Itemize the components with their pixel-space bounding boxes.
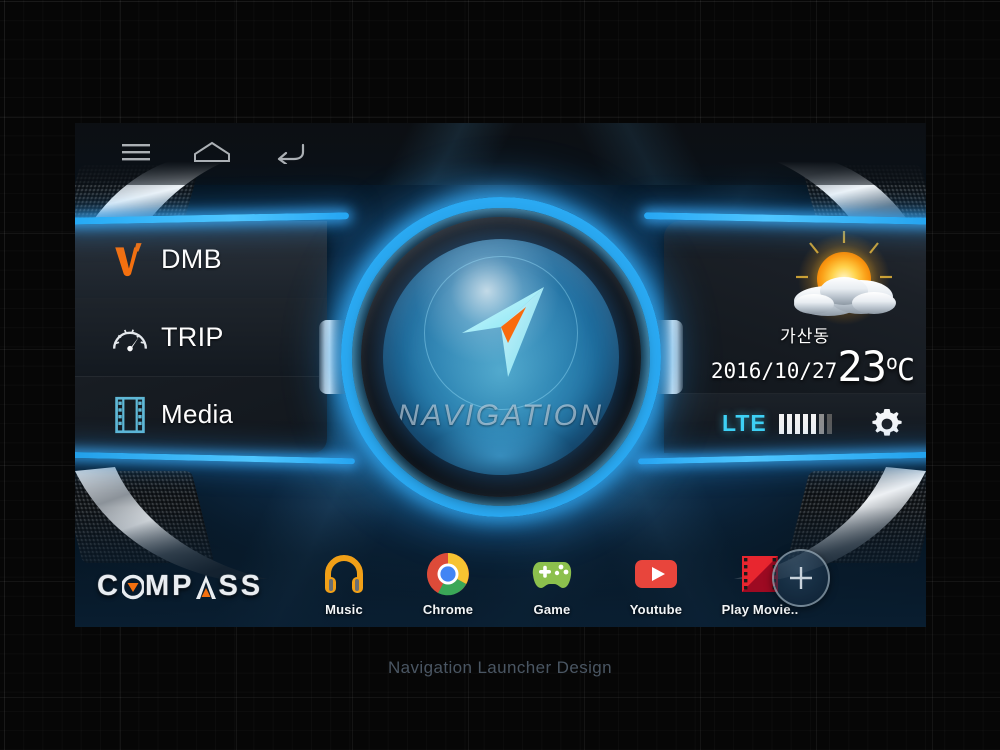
brand-text-1: C [97, 570, 121, 602]
film-strip-icon [115, 396, 145, 433]
headphones-icon [322, 552, 366, 596]
brand-text-3: SS [218, 570, 264, 602]
right-info-panel: 가산동 2016/10/27 23 oC LTE [664, 221, 926, 453]
home-icon[interactable] [193, 140, 231, 164]
head-unit-screen: DMB TRIP Media 가산동 2016/10/27 23 oC LTE … [75, 123, 926, 627]
app-dock: Music Chrome Game Youtube Play Movie.. [305, 552, 799, 617]
sidebar-item-label-trip: TRIP [161, 321, 224, 352]
compass-arrow-icon [461, 287, 544, 378]
weather-widget[interactable]: 가산동 2016/10/27 23 oC [664, 221, 926, 393]
dock-app-chrome[interactable]: Chrome [409, 552, 487, 617]
gear-icon[interactable] [870, 407, 904, 441]
android-navigation-bar [75, 123, 926, 181]
page-caption: Navigation Launcher Design [388, 658, 612, 677]
sidebar-item-media[interactable]: Media [75, 375, 327, 453]
youtube-icon [634, 552, 678, 596]
network-label: LTE [722, 410, 767, 436]
navigation-dial[interactable]: NAVIGATION [318, 197, 683, 517]
sidebar-item-label-media: Media [161, 399, 234, 430]
weather-unit: oC [885, 349, 915, 388]
dock-app-game[interactable]: Game [513, 552, 591, 617]
dock-app-music[interactable]: Music [305, 552, 383, 617]
add-shortcut-button[interactable] [772, 549, 830, 607]
dock-app-label: Play Movie.. [721, 602, 799, 617]
dmb-logo-icon [115, 242, 142, 276]
plus-icon [790, 567, 812, 589]
weather-city: 가산동 [780, 327, 830, 348]
brand-triangle-a-icon [196, 574, 217, 599]
sidebar-item-dmb[interactable]: DMB [75, 221, 327, 299]
dock-app-youtube[interactable]: Youtube [617, 552, 695, 617]
hamburger-menu-icon[interactable] [121, 141, 151, 163]
signal-bars-icon [778, 413, 832, 434]
dock-app-label: Youtube [629, 602, 683, 617]
status-row: LTE [664, 393, 926, 453]
weather-temperature: 23 [837, 342, 887, 392]
navigation-button[interactable]: NAVIGATION [382, 239, 619, 475]
unit-letter: C [896, 352, 915, 388]
dock-app-label: Game [533, 602, 571, 617]
sidebar-item-label-dmb: DMB [161, 244, 222, 275]
dock-app-label: Music [325, 602, 363, 617]
weather-date: 2016/10/27 [710, 359, 838, 383]
sidebar-item-trip[interactable]: TRIP [75, 298, 327, 376]
brand-triangle-o-icon [121, 574, 144, 599]
degree-symbol: o [885, 349, 898, 374]
speedometer-icon [113, 329, 147, 352]
chrome-icon [426, 552, 470, 596]
gamepad-icon [530, 552, 574, 596]
brand-text-2: MP [144, 570, 195, 602]
back-icon[interactable] [273, 140, 307, 164]
brand-logo: C MP SS [97, 570, 263, 603]
navigation-label: NAVIGATION [397, 399, 604, 433]
dock-app-label: Chrome [422, 602, 474, 617]
left-menu-panel: DMB TRIP Media [75, 221, 327, 453]
weather-readout: 가산동 2016/10/27 23 oC [710, 322, 915, 392]
